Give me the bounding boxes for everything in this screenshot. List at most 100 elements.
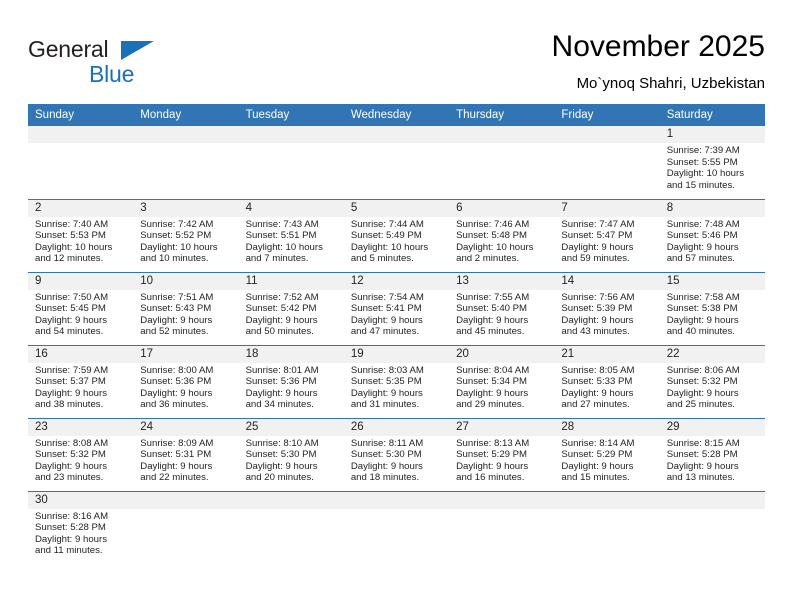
calendar-day-cell[interactable]: 6 Sunrise: 7:46 AM Sunset: 5:48 PM Daylight… (449, 199, 555, 273)
weekday-header-friday: Friday (554, 104, 660, 126)
calendar-day-cell[interactable]: 2 Sunrise: 7:40 AM Sunset: 5:53 PM Daylight… (28, 199, 134, 273)
day-number: 3 (133, 199, 239, 217)
day-detail-line: and 23 minutes. (35, 472, 104, 484)
day-detail-line: Sunrise: 8:10 AM (245, 437, 319, 449)
day-detail-line: and 59 minutes. (561, 253, 630, 265)
day-details: Sunrise: 7:56 AM Sunset: 5:39 PM Daylight:… (554, 290, 659, 338)
day-detail-line: Daylight: 9 hours (561, 387, 634, 399)
weekday-header-thursday: Thursday (449, 104, 555, 126)
day-detail-line: Daylight: 9 hours (666, 387, 739, 399)
calendar-day-cell[interactable] (28, 126, 134, 200)
day-box: 13 Sunrise: 7:55 AM Sunset: 5:40 PM Dayligh… (449, 272, 555, 345)
calendar-day-cell[interactable]: 12 Sunrise: 7:54 AM Sunset: 5:41 PM Dayligh… (343, 272, 450, 346)
day-detail-line: Daylight: 9 hours (456, 387, 529, 399)
day-box: 28 Sunrise: 8:14 AM Sunset: 5:29 PM Dayligh… (554, 418, 660, 491)
calendar-week-row: 2 Sunrise: 7:40 AM Sunset: 5:53 PM Daylight… (28, 199, 765, 273)
calendar-day-cell[interactable]: 30 Sunrise: 8:16 AM Sunset: 5:28 PM Dayligh… (28, 491, 134, 570)
day-box (133, 491, 239, 570)
day-box: 8 Sunrise: 7:48 AM Sunset: 5:46 PM Daylight… (659, 199, 765, 272)
day-detail-line: Sunrise: 7:50 AM (35, 291, 109, 303)
day-detail-line: Sunset: 5:32 PM (666, 376, 738, 388)
day-detail-line: Sunrise: 7:54 AM (350, 291, 424, 303)
calendar-day-cell[interactable]: 19 Sunrise: 8:03 AM Sunset: 5:35 PM Dayligh… (343, 345, 450, 419)
calendar-day-cell[interactable]: 20 Sunrise: 8:04 AM Sunset: 5:34 PM Dayligh… (449, 345, 555, 419)
page-header: General Blue November 2025 Mo`ynoq Shahr… (28, 28, 765, 100)
calendar-day-cell[interactable]: 27 Sunrise: 8:13 AM Sunset: 5:29 PM Dayligh… (449, 418, 555, 492)
day-box: 7 Sunrise: 7:47 AM Sunset: 5:47 PM Daylight… (554, 199, 660, 272)
day-number: 7 (554, 199, 660, 217)
calendar-day-cell[interactable] (133, 491, 239, 570)
day-box: 6 Sunrise: 7:46 AM Sunset: 5:48 PM Daylight… (449, 199, 555, 272)
day-number: 4 (238, 199, 344, 217)
day-box: 30 Sunrise: 8:16 AM Sunset: 5:28 PM Dayligh… (28, 491, 134, 570)
day-details: Sunrise: 7:54 AM Sunset: 5:41 PM Daylight:… (344, 290, 449, 338)
calendar-day-cell[interactable]: 14 Sunrise: 7:56 AM Sunset: 5:39 PM Dayligh… (554, 272, 660, 346)
day-box: 9 Sunrise: 7:50 AM Sunset: 5:45 PM Daylight… (28, 272, 134, 345)
day-detail-line: and 13 minutes. (666, 472, 735, 484)
day-box: 29 Sunrise: 8:15 AM Sunset: 5:28 PM Dayligh… (659, 418, 765, 491)
general-blue-logo: General Blue (28, 36, 228, 92)
calendar-day-cell[interactable]: 29 Sunrise: 8:15 AM Sunset: 5:28 PM Dayligh… (659, 418, 765, 492)
day-detail-line: Sunset: 5:37 PM (35, 376, 106, 388)
calendar-day-cell[interactable] (343, 126, 450, 200)
calendar-day-cell[interactable] (449, 126, 555, 200)
day-details: Sunrise: 8:08 AM Sunset: 5:32 PM Daylight:… (28, 436, 133, 484)
weekday-header-tuesday: Tuesday (238, 104, 344, 126)
calendar-week-row: 30 Sunrise: 8:16 AM Sunset: 5:28 PM Dayligh… (28, 491, 765, 569)
day-detail-line: Sunrise: 7:52 AM (245, 291, 319, 303)
calendar-day-cell[interactable]: 11 Sunrise: 7:52 AM Sunset: 5:42 PM Dayligh… (238, 272, 344, 346)
calendar-day-cell[interactable]: 28 Sunrise: 8:14 AM Sunset: 5:29 PM Dayligh… (554, 418, 660, 492)
day-details (660, 509, 765, 511)
day-box: 15 Sunrise: 7:58 AM Sunset: 5:38 PM Dayligh… (659, 272, 765, 345)
calendar-day-cell[interactable] (343, 491, 450, 569)
calendar-day-cell[interactable]: 18 Sunrise: 8:01 AM Sunset: 5:36 PM Dayligh… (238, 345, 344, 419)
calendar-day-cell[interactable]: 4 Sunrise: 7:43 AM Sunset: 5:51 PM Daylight… (238, 199, 344, 273)
calendar-day-cell[interactable]: 17 Sunrise: 8:00 AM Sunset: 5:36 PM Dayligh… (133, 345, 239, 419)
calendar-page: General Blue November 2025 Mo`ynoq Shahr… (0, 0, 792, 612)
calendar-day-cell[interactable] (133, 126, 239, 200)
day-detail-line: and 47 minutes. (350, 326, 420, 338)
calendar-day-cell[interactable]: 10 Sunrise: 7:51 AM Sunset: 5:43 PM Dayligh… (133, 272, 239, 346)
day-detail-line: and 40 minutes. (666, 326, 735, 338)
day-number: 12 (343, 272, 450, 290)
calendar-day-cell[interactable]: 5 Sunrise: 7:44 AM Sunset: 5:49 PM Daylight… (343, 199, 450, 273)
calendar-day-cell[interactable]: 1 Sunrise: 7:39 AM Sunset: 5:55 PM Daylight… (659, 126, 765, 200)
calendar-day-cell[interactable] (659, 491, 765, 569)
day-detail-line: and 29 minutes. (456, 399, 525, 411)
calendar-day-cell[interactable]: 25 Sunrise: 8:10 AM Sunset: 5:30 PM Dayligh… (238, 418, 344, 492)
calendar-day-cell[interactable]: 22 Sunrise: 8:06 AM Sunset: 5:32 PM Dayligh… (659, 345, 765, 419)
day-detail-line: Sunset: 5:40 PM (456, 303, 528, 315)
calendar-day-cell[interactable] (238, 491, 344, 569)
calendar-day-cell[interactable] (238, 126, 344, 200)
calendar-day-cell[interactable]: 13 Sunrise: 7:55 AM Sunset: 5:40 PM Dayligh… (449, 272, 555, 346)
day-details (28, 143, 133, 145)
calendar-day-cell[interactable] (449, 491, 555, 569)
calendar-week-row: 16 Sunrise: 7:59 AM Sunset: 5:37 PM Dayligh… (28, 345, 765, 419)
day-number: 14 (554, 272, 660, 290)
day-detail-line: and 7 minutes. (245, 253, 309, 265)
day-number: 8 (659, 199, 765, 217)
day-detail-line: Sunrise: 7:48 AM (666, 218, 740, 230)
calendar-day-cell[interactable]: 21 Sunrise: 8:05 AM Sunset: 5:33 PM Dayligh… (554, 345, 660, 419)
calendar-week-row: 9 Sunrise: 7:50 AM Sunset: 5:45 PM Daylight… (28, 272, 765, 346)
day-detail-line: Sunset: 5:31 PM (140, 449, 212, 461)
calendar-day-cell[interactable]: 15 Sunrise: 7:58 AM Sunset: 5:38 PM Dayligh… (659, 272, 765, 346)
calendar-day-cell[interactable]: 3 Sunrise: 7:42 AM Sunset: 5:52 PM Daylight… (133, 199, 239, 273)
calendar-day-cell[interactable]: 7 Sunrise: 7:47 AM Sunset: 5:47 PM Daylight… (554, 199, 660, 273)
calendar-day-cell[interactable]: 8 Sunrise: 7:48 AM Sunset: 5:46 PM Daylight… (659, 199, 765, 273)
calendar-day-cell[interactable] (554, 126, 660, 200)
calendar-day-cell[interactable]: 23 Sunrise: 8:08 AM Sunset: 5:32 PM Dayligh… (28, 418, 134, 492)
calendar-day-cell[interactable] (554, 491, 660, 570)
calendar-day-cell[interactable]: 26 Sunrise: 8:11 AM Sunset: 5:30 PM Dayligh… (343, 418, 450, 492)
page-subtitle: Mo`ynoq Shahri, Uzbekistan (576, 75, 765, 92)
day-detail-line: Daylight: 9 hours (140, 314, 213, 326)
day-number: 17 (133, 345, 239, 363)
day-number: 1 (659, 126, 765, 143)
day-details: Sunrise: 7:44 AM Sunset: 5:49 PM Daylight:… (344, 217, 449, 265)
calendar-day-cell[interactable]: 24 Sunrise: 8:09 AM Sunset: 5:31 PM Dayligh… (133, 418, 239, 492)
day-box (554, 491, 660, 570)
day-details (449, 509, 554, 511)
calendar-day-cell[interactable]: 16 Sunrise: 7:59 AM Sunset: 5:37 PM Dayligh… (28, 345, 134, 419)
day-number: 20 (449, 345, 555, 363)
calendar-day-cell[interactable]: 9 Sunrise: 7:50 AM Sunset: 5:45 PM Daylight… (28, 272, 134, 346)
